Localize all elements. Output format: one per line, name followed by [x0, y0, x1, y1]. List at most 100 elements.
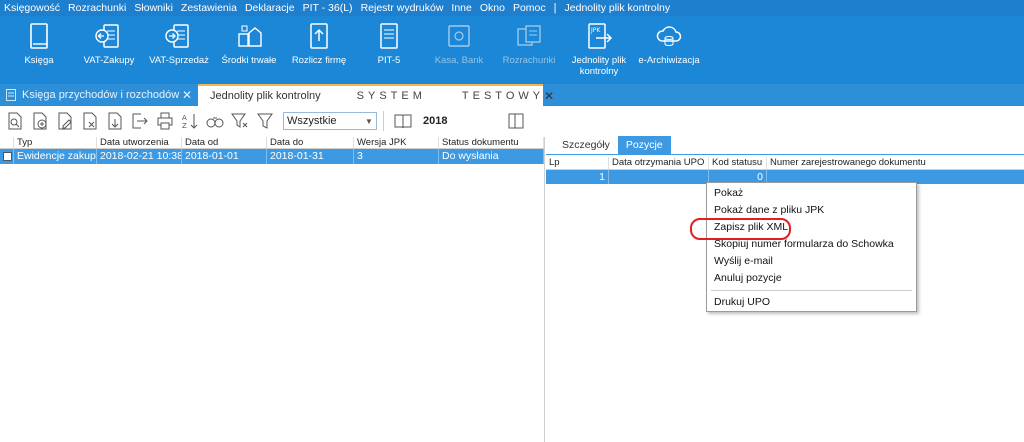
- ribbon-label: VAT-Sprzedaż: [149, 55, 209, 66]
- filter-clear-button[interactable]: [252, 110, 277, 132]
- preview-icon: [8, 112, 21, 130]
- menu-item-anuluj-pozycje[interactable]: Anuluj pozycje: [707, 270, 916, 287]
- menu-deklaracje[interactable]: Deklaracje: [245, 2, 295, 14]
- printer-icon: [157, 112, 172, 130]
- menu-rozrachunki[interactable]: Rozrachunki: [68, 2, 126, 14]
- safe-icon: [448, 25, 470, 47]
- binoculars-icon: [206, 117, 223, 128]
- ribbon-vat-sprzedaz-button[interactable]: VAT-Sprzedaż: [144, 16, 214, 84]
- cell-data-do: 2018-01-31: [267, 149, 354, 164]
- menu-inne[interactable]: Inne: [451, 2, 471, 14]
- copy-icon: [108, 112, 121, 130]
- menu-zestawienia[interactable]: Zestawienia: [181, 2, 237, 14]
- delete-button[interactable]: [77, 110, 102, 132]
- ribbon-rozrachunki-button[interactable]: Rozrachunki: [494, 16, 564, 84]
- add-document-icon: [33, 112, 46, 130]
- document-tabstrip: Księga przychodów i rozchodów ✕ Jednolit…: [0, 84, 1024, 106]
- column-header-lp[interactable]: Lp: [546, 157, 609, 169]
- menu-separator: |: [553, 2, 557, 14]
- document-icon: [6, 89, 16, 101]
- menu-rejestr-wydrukow[interactable]: Rejestr wydruków: [361, 2, 444, 14]
- preview-button[interactable]: [2, 110, 27, 132]
- svg-text:A: A: [182, 114, 187, 122]
- row-checkbox[interactable]: [0, 149, 14, 164]
- menu-okno[interactable]: Okno: [480, 2, 505, 14]
- ribbon-ksiega-button[interactable]: Księga: [4, 16, 74, 84]
- delete-icon: [83, 112, 96, 130]
- column-header-data-do[interactable]: Data do: [267, 137, 354, 148]
- ribbon-rozlicz-firme-button[interactable]: Rozlicz firmę: [284, 16, 354, 84]
- status-filter-value: Wszystkie: [287, 115, 337, 127]
- cell-wersja: 3: [354, 149, 439, 164]
- column-header-wersja-jpk[interactable]: Wersja JPK: [354, 137, 439, 148]
- tab-ksiega-przychodow[interactable]: Księga przychodów i rozchodów ✕: [0, 84, 198, 106]
- menu-separator: [711, 290, 912, 291]
- menu-pit36[interactable]: PIT - 36(L): [303, 2, 353, 14]
- svg-text:JPK: JPK: [590, 27, 601, 34]
- tab-szczegoly[interactable]: Szczegóły: [554, 136, 618, 154]
- menu-pomoc[interactable]: Pomoc: [513, 2, 546, 14]
- find-button[interactable]: [202, 110, 227, 132]
- jpk-icon: JPK: [588, 23, 613, 49]
- ribbon-label: PIT-5: [377, 55, 401, 66]
- column-header-data-utworzenia[interactable]: Data utworzenia: [97, 137, 182, 148]
- column-header-kod-statusu[interactable]: Kod statusu: [709, 157, 767, 169]
- menu-item-pokaz-dane-jpk[interactable]: Pokaż dane z pliku JPK: [707, 202, 916, 219]
- table-row[interactable]: Ewidencje zakupu 2018-02-21 10:38: 2018-…: [0, 149, 544, 164]
- jpk-files-grid: Typ Data utworzenia Data od Data do Wers…: [0, 137, 545, 442]
- cell-status: Do wysłania: [439, 149, 544, 164]
- positions-header: Lp Data otrzymania UPO Kod statusu Numer…: [546, 157, 1024, 170]
- copy-button[interactable]: [102, 110, 127, 132]
- ribbon-label: Rozlicz firmę: [291, 55, 347, 66]
- ribbon-vat-zakupy-button[interactable]: VAT-Zakupy: [74, 16, 144, 84]
- ribbon-label: Jednolity plik kontrolny: [571, 55, 627, 77]
- menu-item-wyslij-email[interactable]: Wyślij e-mail: [707, 253, 916, 270]
- menu-item-drukuj-upo[interactable]: Drukuj UPO: [707, 294, 916, 311]
- checkbox[interactable]: [3, 152, 12, 161]
- cloud-archive-icon: [656, 26, 682, 46]
- vat-purchase-icon: [95, 24, 119, 48]
- menu-bar: Księgowość Rozrachunki Słowniki Zestawie…: [0, 0, 1024, 16]
- tab-label: Księga przychodów i rozchodów: [22, 89, 180, 101]
- vat-sale-icon: [165, 24, 189, 48]
- sort-button[interactable]: AZ: [177, 110, 202, 132]
- pit5-icon: [380, 23, 398, 49]
- ribbon-label: e-Archiwizacja: [638, 55, 700, 66]
- menu-item-pokaz[interactable]: Pokaż: [707, 185, 916, 202]
- close-icon[interactable]: ✕: [182, 88, 192, 102]
- tab-jednolity-plik-kontrolny[interactable]: Jednolity plik kontrolny SYSTEM TESTOWY …: [198, 84, 554, 106]
- add-button[interactable]: [27, 110, 52, 132]
- status-filter-select[interactable]: Wszystkie ▼: [283, 112, 377, 130]
- column-header-data-otrzymania-upo[interactable]: Data otrzymania UPO: [609, 157, 709, 169]
- tab-pozycje[interactable]: Pozycje: [617, 136, 671, 154]
- toolbar: AZ Wszystkie ▼ 2018: [0, 106, 545, 136]
- header-checkbox-col: [0, 137, 14, 148]
- ribbon-pit5-button[interactable]: PIT-5: [354, 16, 424, 84]
- ribbon-kasa-bank-button[interactable]: Kasa, Bank: [424, 16, 494, 84]
- year-label[interactable]: 2018: [423, 115, 447, 127]
- column-header-status[interactable]: Status dokumentu: [439, 137, 544, 148]
- layout-toggle-button[interactable]: [503, 110, 528, 132]
- menu-slowniki[interactable]: Słowniki: [134, 2, 173, 14]
- filter-button[interactable]: [227, 110, 252, 132]
- details-tabs: Szczegóły Pozycje: [546, 136, 1024, 155]
- print-button[interactable]: [152, 110, 177, 132]
- cell-data-utworzenia: 2018-02-21 10:38:: [97, 149, 182, 164]
- column-header-data-od[interactable]: Data od: [182, 137, 267, 148]
- edit-icon: [58, 112, 72, 130]
- funnel-icon: [256, 113, 273, 129]
- system-label: SYSTEM: [356, 90, 426, 102]
- column-header-typ[interactable]: Typ: [14, 137, 97, 148]
- close-icon[interactable]: ✕: [544, 89, 554, 103]
- calendar-book-button[interactable]: [390, 110, 415, 132]
- export-button[interactable]: [127, 110, 152, 132]
- column-header-numer-dokumentu[interactable]: Numer zarejestrowanego dokumentu: [767, 157, 1024, 169]
- cell-data-od: 2018-01-01: [182, 149, 267, 164]
- ribbon-e-archiwizacja-button[interactable]: e-Archiwizacja: [634, 16, 704, 84]
- ribbon-srodki-trwale-button[interactable]: Środki trwałe: [214, 16, 284, 84]
- edit-button[interactable]: [52, 110, 77, 132]
- menu-ksiegowosc[interactable]: Księgowość: [4, 2, 60, 14]
- ribbon-label: Środki trwałe: [221, 55, 277, 66]
- ribbon-jpk-button[interactable]: JPK Jednolity plik kontrolny: [564, 16, 634, 84]
- current-module-label: Jednolity plik kontrolny: [564, 2, 671, 14]
